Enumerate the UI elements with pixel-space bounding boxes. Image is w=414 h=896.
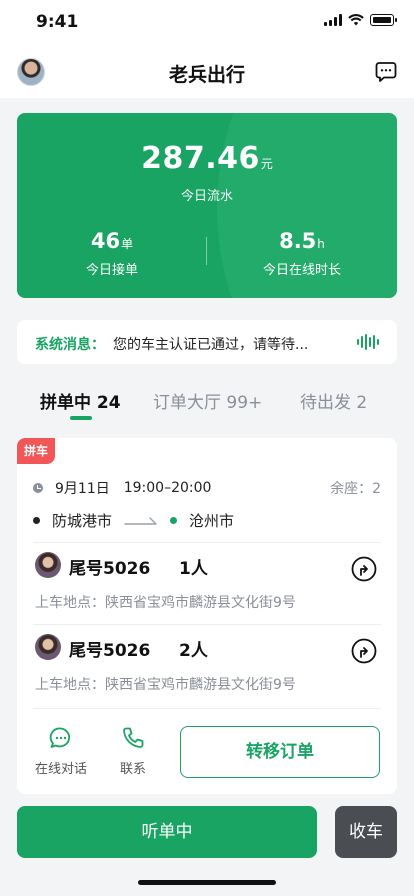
status-time: 9:41 — [36, 12, 79, 32]
pickup-location: 上车地点：陕西省宝鸡市麟游县文化街9号 — [35, 674, 296, 694]
passenger-count: 2人 — [179, 641, 208, 661]
trip-time-range: 19:00–20:00 — [123, 480, 212, 496]
revenue-unit: 元 — [260, 157, 273, 171]
passenger-item[interactable]: 尾号5026 2人 上车地点：陕西省宝鸡市麟游县文化街9号 — [33, 634, 381, 700]
status-icons — [324, 14, 397, 26]
navigation-icon[interactable] — [351, 638, 377, 664]
pickup-address: 陕西省宝鸡市麟游县文化街9号 — [105, 595, 296, 611]
carpool-badge: 拼车 — [17, 438, 55, 464]
destination-dot-icon — [170, 517, 178, 524]
cellular-signal-icon — [324, 14, 342, 26]
message-icon[interactable] — [375, 61, 397, 83]
top-nav-bar: 老兵出行 — [0, 44, 414, 98]
online-hours-value: 8.5 — [279, 229, 317, 253]
pickup-location: 上车地点：陕西省宝鸡市麟游县文化街9号 — [35, 592, 296, 612]
stop-driving-button[interactable]: 收车 — [335, 806, 397, 858]
online-chat-label: 在线对话 — [34, 762, 87, 777]
trip-date: 9月11日 — [55, 481, 110, 497]
passenger-count: 1人 — [179, 559, 208, 579]
notice-text: 您的车主认证已通过，请等待... — [113, 337, 309, 353]
pickup-label: 上车地点： — [35, 595, 105, 611]
online-hours-stat: 8.5h 今日在线时长 — [207, 229, 397, 278]
order-tabs: 拼单中 24 订单大厅 99+ 待出发 2 — [0, 384, 414, 424]
active-tab-indicator — [70, 416, 92, 420]
voice-broadcast-icon[interactable] — [357, 334, 379, 350]
revenue-label: 今日流水 — [180, 189, 233, 204]
route-arrow-icon — [124, 516, 157, 525]
passenger-name: 尾号5026 — [69, 641, 151, 661]
divider — [33, 708, 381, 709]
online-hours-label: 今日在线时长 — [262, 263, 341, 278]
online-hours-unit: h — [317, 237, 325, 251]
phone-icon — [123, 727, 144, 748]
revenue-amount: 287.46元 — [17, 141, 397, 176]
earnings-summary-card: 287.46元 今日流水 46单 今日接单 8.5h 今日在线时长 — [17, 113, 397, 298]
status-bar: 9:41 — [0, 0, 414, 44]
passenger-avatar — [35, 552, 61, 578]
home-indicator — [138, 880, 276, 885]
pickup-address: 陕西省宝鸡市麟游县文化街9号 — [105, 677, 296, 693]
app-title: 老兵出行 — [168, 64, 245, 86]
passenger-avatar — [35, 634, 61, 660]
passenger-name: 尾号5026 — [69, 559, 151, 579]
wifi-icon — [348, 14, 364, 26]
listening-button[interactable]: 听单中 — [17, 806, 317, 858]
destination-city: 沧州市 — [189, 512, 235, 530]
tab-order-hall[interactable]: 订单大厅 99+ — [153, 388, 262, 413]
tab-pending-departure[interactable]: 待出发 2 — [300, 388, 367, 413]
contact-label: 联系 — [119, 762, 146, 777]
clock-icon — [33, 483, 43, 493]
notice-prefix: 系统消息： — [35, 337, 105, 353]
online-chat-button[interactable]: 在线对话 — [31, 726, 91, 777]
transfer-order-button[interactable]: 转移订单 — [180, 726, 380, 778]
carpool-order-card: 拼车 9月11日 19:00–20:00 余座：2 防城港市 沧州市 尾号502… — [17, 438, 397, 794]
battery-icon — [370, 14, 397, 26]
orders-today-value: 46 — [90, 229, 121, 253]
orders-today-unit: 单 — [121, 237, 134, 251]
trip-time-row: 9月11日 19:00–20:00 余座：2 — [33, 478, 383, 498]
orders-today-label: 今日接单 — [85, 263, 138, 278]
remaining-seats: 余座：2 — [330, 481, 381, 497]
divider — [33, 542, 381, 543]
trip-route-row: 防城港市 沧州市 — [33, 510, 234, 531]
origin-dot-icon — [33, 517, 40, 524]
navigation-icon[interactable] — [351, 556, 377, 582]
divider — [33, 624, 381, 625]
origin-city: 防城港市 — [52, 512, 113, 530]
system-notice-bar[interactable]: 系统消息： 您的车主认证已通过，请等待... — [17, 320, 397, 364]
orders-today-stat: 46单 今日接单 — [17, 229, 207, 278]
contact-button[interactable]: 联系 — [103, 726, 163, 777]
tab-carpooling[interactable]: 拼单中 24 — [40, 388, 121, 413]
passenger-item[interactable]: 尾号5026 1人 上车地点：陕西省宝鸡市麟游县文化街9号 — [33, 552, 381, 618]
revenue-value: 287.46 — [141, 141, 260, 176]
order-actions: 在线对话 联系 转移订单 — [17, 726, 397, 786]
chat-bubble-icon — [49, 727, 71, 748]
pickup-label: 上车地点： — [35, 677, 105, 693]
